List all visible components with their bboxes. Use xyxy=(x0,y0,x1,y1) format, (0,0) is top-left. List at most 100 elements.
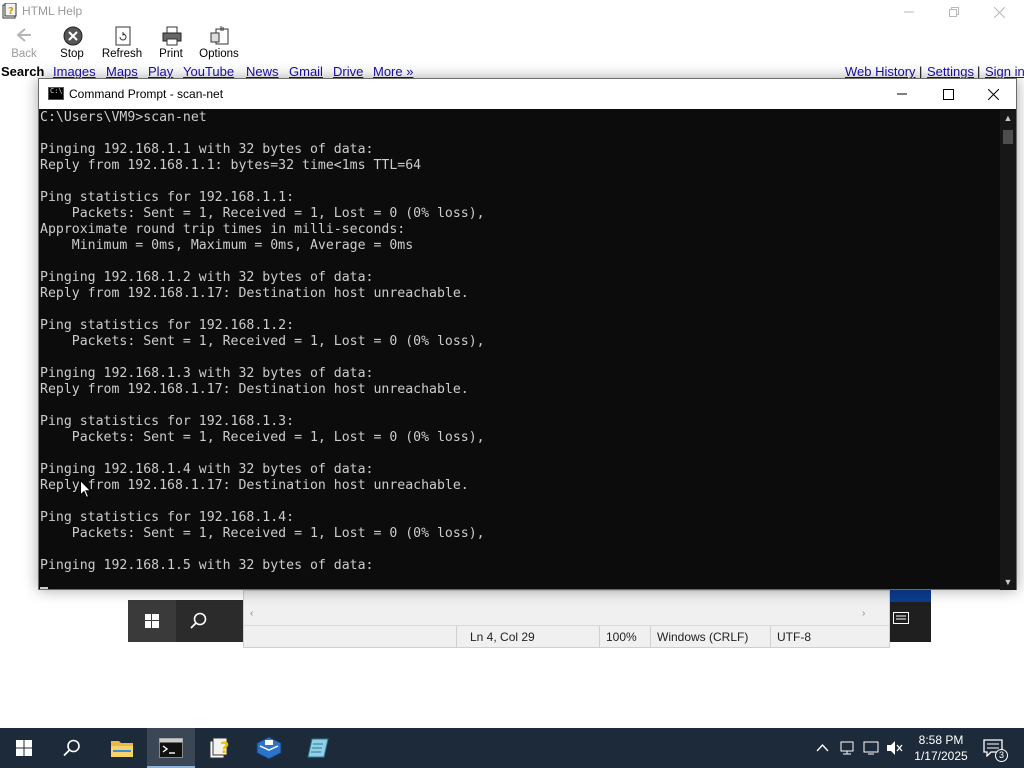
command-prompt-window: Command Prompt - scan-net C:\Users\VM9>s… xyxy=(38,78,1017,590)
taskbar-notepad[interactable] xyxy=(294,728,342,768)
file-explorer-icon xyxy=(111,741,133,757)
options-button[interactable]: Options xyxy=(196,26,242,62)
start-button[interactable] xyxy=(0,728,48,768)
windows-logo-icon xyxy=(145,614,159,628)
scroll-down-icon[interactable]: ▼ xyxy=(1000,574,1016,590)
refresh-button[interactable]: Refresh xyxy=(99,26,145,62)
search-icon xyxy=(63,739,80,757)
taskbar-file-explorer[interactable] xyxy=(98,728,146,768)
zoom-level: 100% xyxy=(606,630,637,644)
close-icon xyxy=(993,6,1005,18)
console-line: Ping statistics for 192.168.1.3: xyxy=(40,414,295,429)
console-line: Ping statistics for 192.168.1.1: xyxy=(40,190,295,205)
nav-link-settings[interactable]: Settings xyxy=(927,64,974,79)
nav-link-sign-in[interactable]: Sign in xyxy=(985,64,1024,79)
taskbar-clock[interactable]: 8:58 PM 1/17/2025 xyxy=(906,732,976,764)
console-line: Pinging 192.168.1.1 with 32 bytes of dat… xyxy=(40,142,374,157)
display-tray-icon[interactable] xyxy=(863,740,879,756)
notepad-status-bar: Ln 4, Col 29 100% Windows (CRLF) UTF-8 xyxy=(244,625,889,648)
taskbar-search-button[interactable] xyxy=(48,728,96,768)
scroll-right-icon[interactable]: › xyxy=(862,608,865,619)
taskbar-command-prompt[interactable] xyxy=(147,728,195,768)
show-hidden-icons-chevron-up-icon[interactable] xyxy=(816,742,829,754)
search-label: Search xyxy=(1,64,45,79)
scroll-left-icon[interactable]: ‹ xyxy=(250,608,253,619)
status-divider xyxy=(650,626,651,648)
console-line: Ping statistics for 192.168.1.4: xyxy=(40,510,295,525)
scroll-up-icon[interactable]: ▲ xyxy=(1000,110,1016,126)
inner-vm-taskbar-right xyxy=(890,590,931,642)
cmd-vertical-scrollbar[interactable]: ▲ ▼ xyxy=(1000,110,1016,590)
console-line: Approximate round trip times in milli-se… xyxy=(40,222,406,237)
command-prompt-icon xyxy=(159,738,183,758)
clock-date: 1/17/2025 xyxy=(914,749,968,763)
nav-link-youtube[interactable]: YouTube xyxy=(183,64,234,79)
console-line: Packets: Sent = 1, Received = 1, Lost = … xyxy=(40,206,485,221)
cmd-maximize-button[interactable] xyxy=(925,79,971,109)
encoding: UTF-8 xyxy=(777,630,811,644)
help-titlebar: ? HTML Help xyxy=(0,0,1024,24)
console-line: Ping statistics for 192.168.1.2: xyxy=(40,318,295,333)
status-divider xyxy=(599,626,600,648)
clock-time: 8:58 PM xyxy=(918,733,964,747)
cursor-position: Ln 4, Col 29 xyxy=(470,630,535,644)
nav-link-play[interactable]: Play xyxy=(148,64,173,79)
help-toolbar: Back Stop Refresh Print Options xyxy=(0,24,1024,62)
console-line: C:\Users\VM9>scan-net xyxy=(40,110,207,125)
maximize-icon xyxy=(942,88,954,100)
inner-notification-icon[interactable] xyxy=(893,612,909,626)
network-tray-icon[interactable] xyxy=(839,740,855,756)
close-icon xyxy=(987,88,999,100)
scrollbar-thumb[interactable] xyxy=(1003,130,1013,144)
notepad-window: ‹ › Ln 4, Col 29 100% Windows (CRLF) UTF… xyxy=(243,590,890,648)
cmd-titlebar[interactable]: Command Prompt - scan-net xyxy=(39,79,1016,109)
help-close-button[interactable] xyxy=(976,0,1022,24)
notepad-horizontal-scrollbar[interactable]: ‹ › xyxy=(244,607,889,625)
minimize-icon xyxy=(897,93,907,95)
windows-taskbar: ? 3 xyxy=(0,728,1024,768)
minimize-icon xyxy=(904,11,914,13)
console-line: Pinging 192.168.1.3 with 32 bytes of dat… xyxy=(40,366,374,381)
nav-link-gmail[interactable]: Gmail xyxy=(289,64,323,79)
cmd-minimize-button[interactable] xyxy=(879,79,925,109)
mouse-pointer-icon xyxy=(80,480,92,499)
inner-taskbar-accent xyxy=(890,590,931,602)
console-output[interactable]: C:\Users\VM9>scan-net Pinging 192.168.1.1… xyxy=(40,110,1000,590)
nav-link-web-history[interactable]: Web History xyxy=(845,64,916,79)
help-restore-button[interactable] xyxy=(931,0,977,24)
print-button[interactable]: Print xyxy=(148,26,194,62)
virtualbox-icon xyxy=(256,736,282,760)
taskbar-virtualbox[interactable] xyxy=(245,728,293,768)
help-minimize-button[interactable] xyxy=(886,0,932,24)
nav-separator: | xyxy=(919,64,923,79)
inner-search-icon[interactable] xyxy=(190,612,208,630)
volume-muted-icon[interactable] xyxy=(886,740,904,756)
text-cursor xyxy=(40,587,48,589)
stop-icon xyxy=(63,26,83,46)
stop-button[interactable]: Stop xyxy=(49,26,95,62)
back-arrow-icon xyxy=(16,28,31,42)
console-line: Reply from 192.168.1.1: bytes=32 time<1m… xyxy=(40,158,422,173)
nav-link-news[interactable]: News xyxy=(246,64,279,79)
console-line: Pinging 192.168.1.5 with 32 bytes of dat… xyxy=(40,558,374,573)
refresh-icon xyxy=(115,26,131,46)
taskbar-html-help[interactable]: ? xyxy=(196,728,244,768)
inner-start-button[interactable] xyxy=(128,600,176,642)
nav-link-maps[interactable]: Maps xyxy=(106,64,138,79)
restore-icon xyxy=(949,7,959,17)
cmd-close-button[interactable] xyxy=(970,79,1016,109)
back-button[interactable]: Back xyxy=(1,26,47,62)
nav-link-more[interactable]: More » xyxy=(373,64,413,79)
console-line: Reply from 192.168.1.17: Destination hos… xyxy=(40,382,469,397)
notepad-icon xyxy=(307,738,329,758)
console-line: Packets: Sent = 1, Received = 1, Lost = … xyxy=(40,430,485,445)
nav-link-drive[interactable]: Drive xyxy=(333,64,363,79)
nav-link-images[interactable]: Images xyxy=(53,64,96,79)
svg-text:?: ? xyxy=(220,738,229,757)
console-line: Pinging 192.168.1.4 with 32 bytes of dat… xyxy=(40,462,374,477)
console-line: Packets: Sent = 1, Received = 1, Lost = … xyxy=(40,334,485,349)
cmd-window-title: Command Prompt - scan-net xyxy=(69,87,224,101)
console-line: Reply from 192.168.1.17: Destination hos… xyxy=(40,478,469,493)
help-window-title: HTML Help xyxy=(22,4,83,18)
console-line: Packets: Sent = 1, Received = 1, Lost = … xyxy=(40,526,485,541)
